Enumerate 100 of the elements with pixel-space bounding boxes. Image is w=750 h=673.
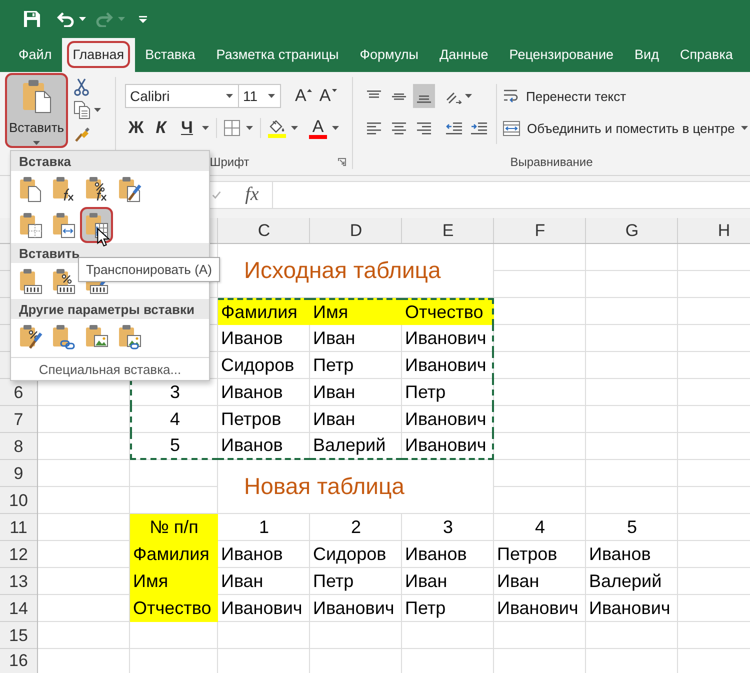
row-header[interactable]: 14 — [0, 595, 37, 622]
header-cell: Фамилия — [218, 298, 310, 325]
ribbon-tab[interactable]: Разметка страницы — [206, 38, 350, 72]
caret-icon[interactable] — [268, 94, 275, 98]
wrap-text-icon — [503, 88, 519, 104]
indent-icon[interactable] — [471, 122, 487, 134]
row-header[interactable]: 10 — [0, 487, 37, 514]
clipboard-chain-icon — [52, 324, 76, 350]
column-header[interactable]: C — [218, 218, 310, 243]
checkmark-icon[interactable] — [212, 191, 221, 199]
font-size-field[interactable]: 11 — [238, 84, 281, 108]
caret-icon[interactable] — [291, 126, 298, 130]
ribbon-tab[interactable]: Файл — [8, 38, 62, 72]
header-cell: Имя — [310, 298, 402, 325]
caret-down-icon — [332, 89, 337, 92]
font-name-field[interactable]: Calibri — [125, 84, 239, 108]
row-header[interactable]: 12 — [0, 541, 37, 568]
scissors-icon[interactable] — [74, 78, 89, 96]
table-cell-text: 1 — [258, 516, 270, 539]
row-header[interactable]: 16 — [0, 649, 37, 673]
fill-color-icon[interactable] — [268, 118, 286, 138]
caret-icon[interactable] — [740, 126, 748, 130]
row-header[interactable]: 6 — [0, 379, 37, 406]
table-cell-text: Петр — [404, 597, 447, 620]
group-label: Шрифт — [210, 155, 250, 169]
caret-icon[interactable] — [246, 126, 253, 130]
ribbon-tab[interactable]: Справка — [669, 38, 744, 72]
clipboard-picture-chain-icon — [118, 324, 142, 350]
caret-icon[interactable] — [465, 94, 472, 98]
table-cell-text: Иван — [312, 327, 356, 350]
brush-icon[interactable] — [74, 124, 90, 142]
section-title: Другие параметры вставки — [19, 302, 194, 316]
column-header[interactable]: D — [310, 218, 402, 243]
tooltip: Транспонировать (А) — [78, 257, 220, 282]
align-right-icon — [417, 122, 431, 134]
paste-option[interactable] — [80, 207, 113, 243]
column-header[interactable]: F — [494, 218, 586, 243]
header-cell: № п/п — [130, 514, 218, 541]
table-cell-text: Иванович — [220, 597, 304, 620]
table-cell-text: Сидоров — [220, 354, 296, 377]
table-cell-text: 2 — [350, 516, 362, 539]
table-cell-text: Иванов — [588, 543, 652, 566]
table-cell-text: 3 — [442, 516, 454, 539]
insert-function-button[interactable]: fx — [241, 183, 263, 207]
caret-icon[interactable] — [332, 126, 339, 130]
wrap-text-button[interactable]: Перенести текст — [503, 84, 626, 108]
column-header[interactable]: E — [402, 218, 494, 243]
header-cell: Отчество — [130, 595, 218, 622]
table-cell: Иванович — [402, 406, 494, 433]
merge-button[interactable]: Объединить и поместить в центре — [503, 116, 735, 140]
caret-icon[interactable] — [226, 94, 233, 98]
dialog-launcher-icon[interactable] — [338, 158, 346, 166]
ribbon-tab[interactable]: Рецензирование — [498, 38, 624, 72]
borders-icon[interactable] — [224, 120, 240, 136]
row-header[interactable]: 11 — [0, 514, 37, 541]
row-header[interactable]: 13 — [0, 568, 37, 595]
header-cell: Отчество — [402, 298, 494, 325]
caret-icon[interactable] — [202, 126, 209, 130]
column-header[interactable]: H — [678, 218, 750, 243]
shrink-font-button[interactable]: A — [319, 85, 337, 107]
copy-icon[interactable] — [74, 101, 90, 119]
menu-item[interactable]: Специальная вставка... — [38, 362, 182, 376]
mouse-pointer-icon — [97, 228, 110, 247]
font-color-button[interactable]: A — [309, 118, 327, 138]
caret-icon[interactable] — [94, 108, 101, 112]
ribbon-tab[interactable]: Главная — [62, 38, 135, 72]
table-cell: 4 — [130, 406, 218, 433]
underline-button[interactable]: Ч — [176, 117, 198, 139]
table-cell: 5 — [130, 433, 218, 460]
row-header[interactable]: 8 — [0, 433, 37, 460]
table-cell-text: Иванов — [220, 327, 284, 350]
grow-font-button[interactable]: A — [295, 85, 312, 107]
toolbar-menu-icon[interactable] — [139, 16, 147, 22]
vertical-align-button[interactable] — [413, 84, 435, 108]
caret-icon[interactable] — [33, 141, 40, 145]
bold-button[interactable]: Ж — [125, 117, 147, 139]
ribbon-tab[interactable]: Данные — [429, 38, 499, 72]
row-header[interactable]: 7 — [0, 406, 37, 433]
table-cell-text: Иван — [312, 381, 356, 404]
clipboard-brush-icon — [118, 176, 142, 202]
ribbon-tab[interactable]: Вид — [624, 38, 670, 72]
caret-icon[interactable] — [79, 17, 86, 21]
table-cell-text: Иван — [312, 408, 356, 431]
row-header[interactable]: 9 — [0, 460, 37, 487]
table-cell-text: 5 — [626, 516, 638, 539]
save-icon[interactable] — [24, 11, 40, 27]
clipboard-numbers-icon — [18, 268, 42, 294]
table-cell-text: Иванов — [220, 381, 284, 404]
paste-button[interactable]: Вставить — [5, 73, 68, 148]
column-header[interactable]: G — [586, 218, 678, 243]
outdent-icon[interactable] — [446, 122, 462, 134]
clipboard-picture-icon — [84, 324, 108, 350]
table-cell-text: Петров — [496, 543, 558, 566]
undo-icon[interactable] — [57, 12, 74, 26]
sheet-title: Исходная таблица — [218, 244, 494, 298]
italic-button[interactable]: К — [150, 117, 172, 139]
ribbon-tab[interactable]: Формулы — [349, 38, 430, 72]
table-cell-text: Петр — [312, 354, 355, 377]
row-header[interactable]: 15 — [0, 622, 37, 649]
ribbon-tab[interactable]: Вставка — [134, 38, 206, 72]
